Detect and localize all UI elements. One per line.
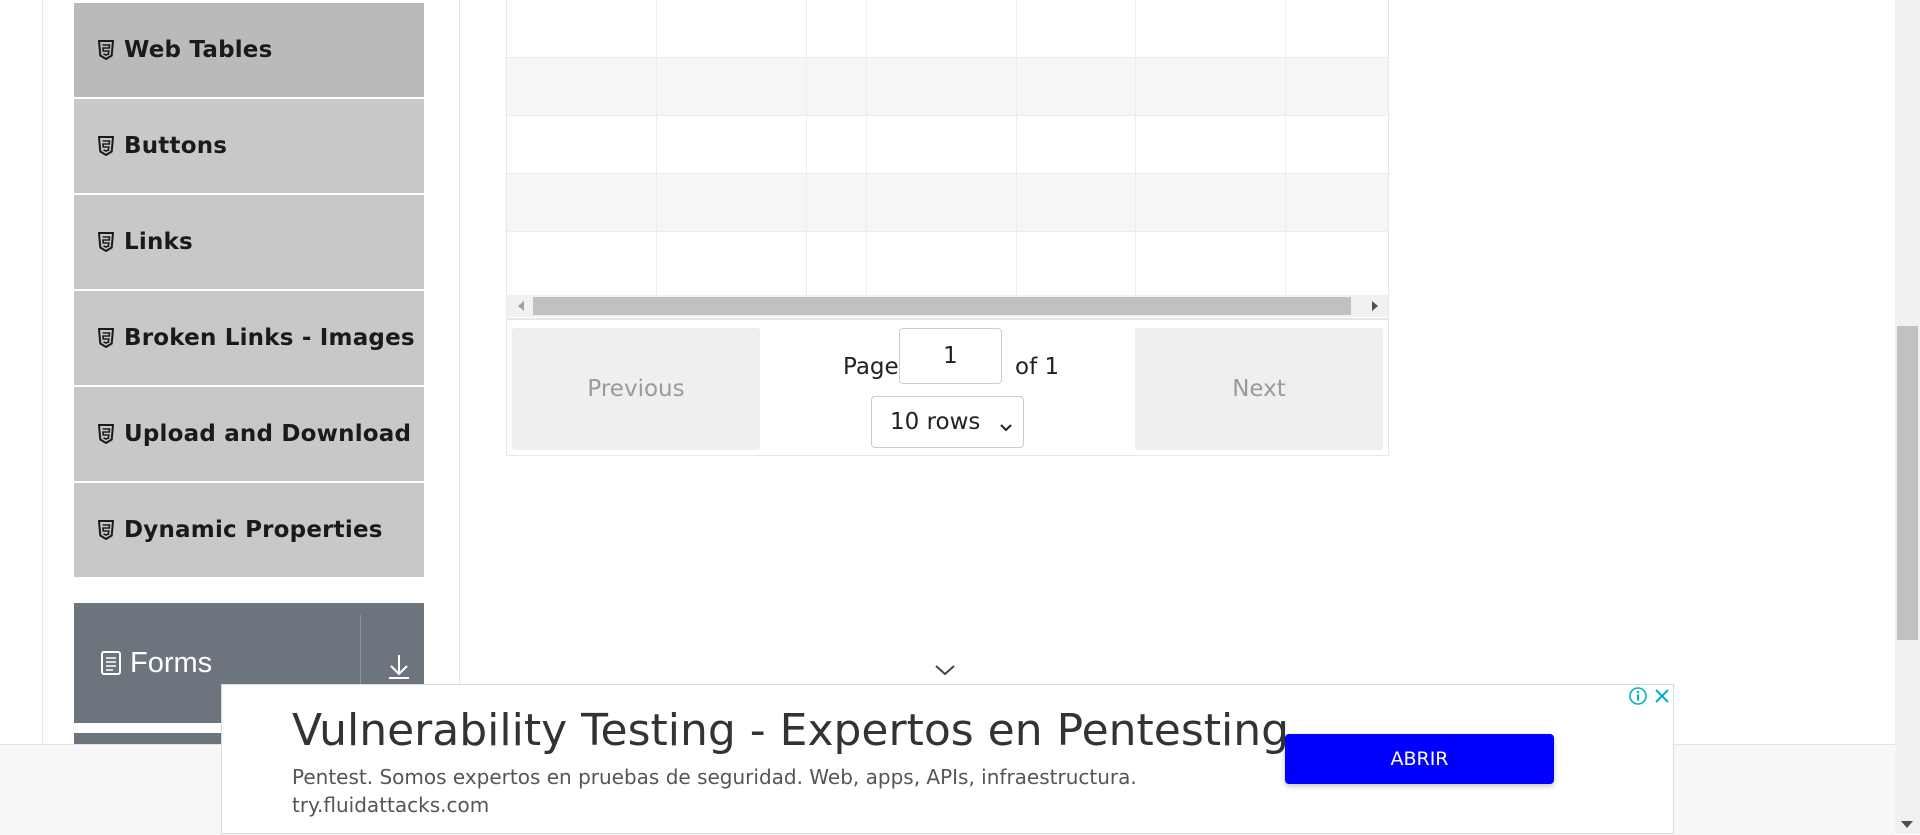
- previous-button[interactable]: Previous: [512, 328, 760, 450]
- sidebar-item-broken-links[interactable]: Broken Links - Images: [74, 291, 424, 385]
- html5-icon: [96, 39, 116, 61]
- scroll-left-arrow-icon[interactable]: [511, 295, 531, 317]
- html5-icon: [96, 135, 116, 157]
- html5-icon: [96, 327, 116, 349]
- table-row: [507, 0, 1388, 58]
- table-cell: [807, 0, 867, 57]
- close-icon[interactable]: [1652, 686, 1672, 706]
- document-icon: [100, 650, 122, 676]
- table-cell: [1136, 58, 1286, 115]
- table-cell: [867, 58, 1017, 115]
- table-cell: [657, 58, 807, 115]
- table-cell: [507, 116, 657, 173]
- sidebar-item-label: Buttons: [124, 133, 228, 159]
- scrollbar-thumb[interactable]: [533, 297, 1351, 315]
- table-cell: [1136, 232, 1286, 295]
- table-cell: [1136, 0, 1286, 57]
- pagination-bar: Previous Page of 1 10 rows Next: [507, 318, 1388, 455]
- page-vertical-scrollbar[interactable]: [1895, 0, 1920, 834]
- sidebar-item-label: Dynamic Properties: [124, 517, 383, 543]
- table-cell: [657, 0, 807, 57]
- rows-per-page-value: 10 rows: [890, 409, 981, 435]
- ad-banner[interactable]: Vulnerability Testing - Expertos en Pent…: [221, 684, 1674, 834]
- download-arrow-icon[interactable]: [386, 651, 412, 681]
- table-cell: [657, 174, 807, 231]
- web-table: Previous Page of 1 10 rows Next: [506, 0, 1389, 456]
- table-cell: [507, 58, 657, 115]
- info-icon[interactable]: [1628, 686, 1648, 706]
- sidebar-item-dynamic-properties[interactable]: Dynamic Properties: [74, 483, 424, 577]
- table-cell: [807, 116, 867, 173]
- scroll-right-arrow-icon[interactable]: [1365, 295, 1385, 317]
- chevron-down-icon: [999, 413, 1013, 439]
- table-cell: [807, 174, 867, 231]
- sidebar-group-label: Forms: [130, 646, 213, 679]
- page-number-input[interactable]: [899, 328, 1002, 384]
- ad-description: Pentest. Somos expertos en pruebas de se…: [292, 765, 1137, 789]
- table-cell: [507, 0, 657, 57]
- sidebar-item-label: Web Tables: [124, 37, 273, 63]
- table-cell: [1017, 232, 1136, 295]
- page-left-border: [42, 0, 43, 744]
- next-button[interactable]: Next: [1135, 328, 1383, 450]
- html5-icon: [96, 231, 116, 253]
- table-horizontal-scrollbar[interactable]: [507, 295, 1388, 317]
- table-cell: [657, 232, 807, 295]
- table-cell: [807, 232, 867, 295]
- sidebar-item-links[interactable]: Links: [74, 195, 424, 289]
- scroll-down-arrow-icon[interactable]: [1901, 816, 1913, 834]
- table-row: [507, 232, 1388, 295]
- sidebar-item-web-tables[interactable]: Web Tables: [74, 3, 424, 97]
- table-cell: [867, 116, 1017, 173]
- sidebar-item-upload-download[interactable]: Upload and Download: [74, 387, 424, 481]
- table-cell: [867, 0, 1017, 57]
- table-cell: [657, 116, 807, 173]
- table-cell: [507, 174, 657, 231]
- ad-url[interactable]: try.fluidattacks.com: [292, 793, 489, 817]
- table-cell: [507, 232, 657, 295]
- sidebar-item-label: Links: [124, 229, 193, 255]
- table-row: [507, 58, 1388, 116]
- table-cell: [867, 232, 1017, 295]
- page-total-label: of 1: [1015, 354, 1060, 380]
- sidebar-item-buttons[interactable]: Buttons: [74, 99, 424, 193]
- sidebar-item-label: Upload and Download: [124, 421, 412, 447]
- table-cell: [1136, 174, 1286, 231]
- scrollbar-thumb[interactable]: [1897, 326, 1918, 640]
- sidebar-divider: [459, 0, 460, 744]
- table-cell: [1017, 116, 1136, 173]
- page-label: Page: [843, 354, 899, 380]
- table-cell: [807, 58, 867, 115]
- ad-title[interactable]: Vulnerability Testing - Expertos en Pent…: [292, 705, 1289, 756]
- table-row: [507, 116, 1388, 174]
- ad-open-button[interactable]: ABRIR: [1285, 734, 1554, 784]
- table-cell: [1136, 116, 1286, 173]
- table-cell: [1017, 0, 1136, 57]
- table-cell: [1017, 58, 1136, 115]
- table-row: [507, 174, 1388, 232]
- rows-per-page-select[interactable]: 10 rows: [871, 396, 1024, 448]
- sidebar-item-label: Broken Links - Images: [124, 325, 415, 351]
- ad-collapse-chevron-icon[interactable]: [933, 662, 957, 678]
- table-cell: [1017, 174, 1136, 231]
- html5-icon: [96, 423, 116, 445]
- html5-icon: [96, 519, 116, 541]
- table-cell: [867, 174, 1017, 231]
